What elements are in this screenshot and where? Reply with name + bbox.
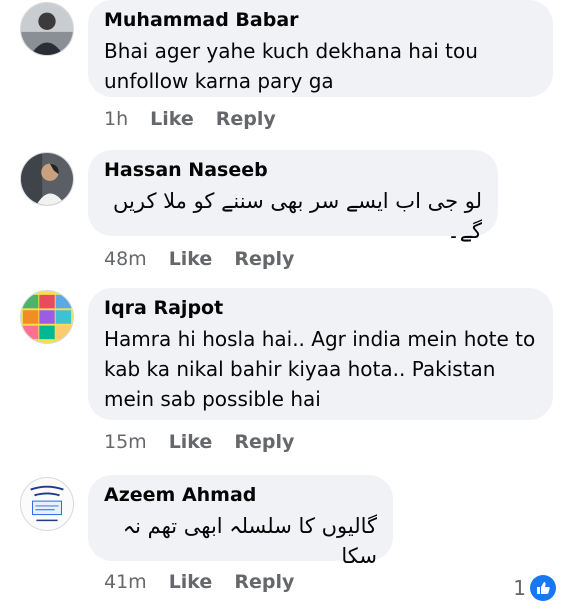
comment-actions: 1h Like Reply (104, 108, 298, 130)
comment-time[interactable]: 15m (104, 431, 147, 453)
reaction-count: 1 (513, 576, 526, 600)
comment-actions: 15m Like Reply (104, 431, 316, 453)
profile-photo (21, 3, 73, 55)
reply-button[interactable]: Reply (234, 248, 294, 270)
like-button[interactable]: Like (169, 431, 213, 453)
comment-bubble: Hassan Naseeb لو جی اب ایسے سر بھی سننے … (88, 150, 498, 243)
comment: Muhammad Babar Bhai ager yahe kuch dekha… (0, 0, 570, 140)
profile-photo (21, 478, 73, 530)
comment-bubble: Muhammad Babar Bhai ager yahe kuch dekha… (88, 0, 553, 97)
comment-time[interactable]: 41m (104, 571, 147, 593)
comment-actions: 48m Like Reply (104, 248, 316, 270)
comment: Azeem Ahmad گالیوں کا سلسلہ ابھی تھم نہ … (0, 475, 570, 611)
like-button[interactable]: Like (169, 248, 213, 270)
comment-actions: 41m Like Reply (104, 571, 316, 593)
profile-photo (21, 291, 73, 343)
reaction-summary[interactable]: 1 (513, 575, 556, 601)
comment-author[interactable]: Hassan Naseeb (104, 158, 482, 182)
reply-button[interactable]: Reply (216, 108, 276, 130)
comment-text: Bhai ager yahe kuch dekhana hai tou unfo… (104, 39, 478, 93)
avatar[interactable] (20, 477, 74, 531)
comment-bubble: Azeem Ahmad گالیوں کا سلسلہ ابھی تھم نہ … (88, 475, 393, 568)
comment-time[interactable]: 1h (104, 108, 128, 130)
comment-text: گالیوں کا سلسلہ ابھی تھم نہ سکا (122, 514, 377, 568)
comment-time[interactable]: 48m (104, 248, 147, 270)
comment-text: Hamra hi hosla hai.. Agr india mein hote… (104, 327, 536, 411)
comment: Hassan Naseeb لو جی اب ایسے سر بھی سننے … (0, 150, 570, 280)
comment-author[interactable]: Iqra Rajpot (104, 296, 537, 320)
avatar[interactable] (20, 2, 74, 56)
comment-author[interactable]: Azeem Ahmad (104, 483, 377, 507)
like-thumb-icon (530, 575, 556, 601)
comment: Iqra Rajpot Hamra hi hosla hai.. Agr ind… (0, 288, 570, 463)
like-button[interactable]: Like (150, 108, 194, 130)
reply-button[interactable]: Reply (234, 431, 294, 453)
avatar[interactable] (20, 152, 74, 206)
avatar[interactable] (20, 290, 74, 344)
reply-button[interactable]: Reply (234, 571, 294, 593)
comment-bubble: Iqra Rajpot Hamra hi hosla hai.. Agr ind… (88, 288, 553, 420)
profile-photo (21, 153, 73, 205)
like-button[interactable]: Like (169, 571, 213, 593)
comment-author[interactable]: Muhammad Babar (104, 8, 537, 32)
comment-text: لو جی اب ایسے سر بھی سننے کو ملا کریں گے… (113, 189, 482, 243)
